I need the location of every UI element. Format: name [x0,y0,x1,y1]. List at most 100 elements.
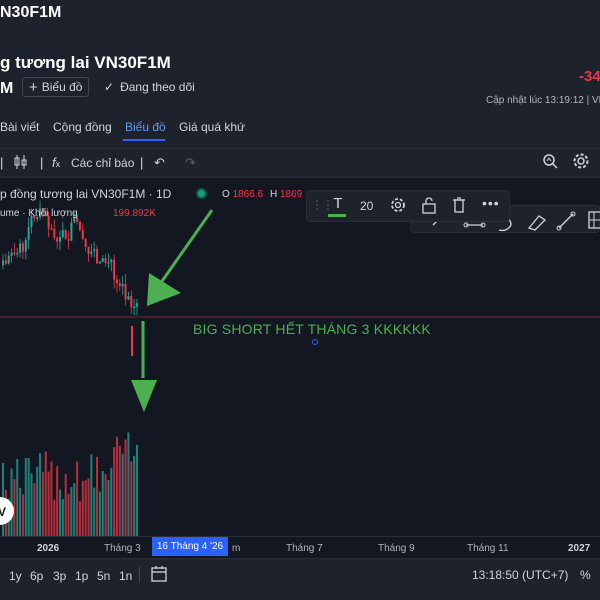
volume-bar [16,459,19,536]
tab-community[interactable]: Cộng đồng [53,120,112,134]
candles-icon[interactable] [14,154,28,173]
time-axis[interactable]: 2026 Tháng 3 m Tháng 7 Tháng 9 Tháng 11 … [0,536,600,558]
volume-bar [113,447,116,536]
range-3m[interactable]: 3p [53,569,66,583]
candle-body-latest [131,326,133,356]
annotation-arrow-down[interactable] [131,321,157,412]
candle-body [135,303,138,307]
chart-type-divider: | [0,155,4,170]
volume-bar [59,489,61,536]
volume-bar [81,480,84,536]
crosshair-point [312,339,318,345]
candle-body [130,296,133,308]
high-label: H [269,189,278,200]
brush-icon [527,215,547,231]
candle-body [56,237,59,242]
volume-bar [107,479,110,536]
volume-bar [21,494,24,536]
following-label: Đang theo dõi [120,80,195,94]
candle-body [64,230,67,240]
candle-body [98,261,101,264]
annotation-arrow-diagonal[interactable] [147,209,214,306]
chart-annotation-text[interactable]: BIG SHORT HẾT THÁNG 3 KKKKKK [193,321,431,337]
volume-bar [87,478,90,536]
percent-toggle[interactable]: % [580,568,591,582]
volume-legend-label: ume · Khối lượng [0,208,78,219]
text-color-icon[interactable]: T [329,195,347,212]
range-6m[interactable]: 6p [30,569,43,583]
candle-body [78,221,81,230]
volume-bar [101,470,104,536]
volume-bar [76,461,79,536]
timezone-clock[interactable]: 13:18:50 (UTC+7) [472,568,568,582]
volume-bar [19,487,22,536]
grid-icon [588,211,600,229]
volume-bar [39,453,42,536]
trend-line-icon [556,211,576,231]
volume-bar [33,483,36,536]
bottombar-divider [139,567,140,583]
undo-icon[interactable]: ↶ [154,155,165,171]
candle-body [101,258,104,262]
plus-icon: + [29,78,38,96]
candle-body [27,227,30,240]
trash-icon[interactable] [451,196,467,219]
ruler-line-icon [463,222,486,228]
text-settings-icon[interactable] [389,196,407,219]
candle-body [67,239,70,241]
settings-gear-icon[interactable] [572,152,590,173]
text-color-swatch [328,214,346,217]
go-to-date-icon[interactable] [150,565,168,588]
volume-bar [96,456,99,536]
volume-bar [124,439,127,536]
range-5d[interactable]: 5n [97,569,110,583]
candle-body [96,248,99,264]
volume-bar [70,487,73,536]
indicators-button[interactable]: Các chỉ báo [71,156,134,170]
candle-body [107,262,110,264]
redo-icon[interactable]: ↷ [185,155,196,171]
candle-body [4,260,7,264]
add-to-chart-button[interactable]: + Biểu đồ [22,77,90,97]
range-1y[interactable]: 1y [9,569,22,583]
candle-body [50,228,53,230]
axis-label-2026: 2026 [37,543,60,554]
candle-body [21,243,24,252]
candle-body [127,296,130,300]
candle-body [84,238,87,247]
volume-bar [47,471,50,536]
tab-chart[interactable]: Biểu đồ [125,120,166,134]
price-change: -34 [579,68,600,85]
toolbar-divider: | [40,155,44,170]
volume-bar [127,432,130,536]
candle-body [16,252,19,255]
range-1d[interactable]: 1n [119,569,132,583]
candle-body [70,222,73,241]
tab-posts[interactable]: Bài viết [0,120,39,134]
font-size-value[interactable]: 20 [360,199,373,213]
candle-body [110,259,113,263]
tab-history[interactable]: Giá quá khứ [179,120,245,134]
volume-bar [98,491,101,536]
legend-symbol[interactable]: p đồng tương lai VN30F1M · 1D [0,187,171,201]
tab-bar: Bài viết Cộng đồng Biểu đồ Giá quá khứ [0,112,600,146]
lock-icon[interactable] [421,196,437,219]
symbol-title: N30F1M [0,4,62,21]
candle-body [81,229,84,239]
volume-bar [64,474,67,536]
axis-label-2027: 2027 [568,543,591,554]
following-toggle[interactable]: ✓ Đang theo dõi [104,80,195,94]
candle-body [10,252,13,256]
quick-search-icon[interactable] [542,153,559,173]
volume-bar [24,458,27,536]
range-1m[interactable]: 1p [75,569,88,583]
axis-label-march: Tháng 3 [104,543,141,554]
more-options-icon[interactable]: ••• [482,195,500,211]
price-unit: M [0,80,14,97]
volume-bar [121,453,124,536]
candle-body [90,251,93,254]
volume-bar [56,466,59,536]
candle-body [19,243,22,253]
check-icon: ✓ [104,80,115,94]
open-value: 1866.6 [232,189,264,200]
